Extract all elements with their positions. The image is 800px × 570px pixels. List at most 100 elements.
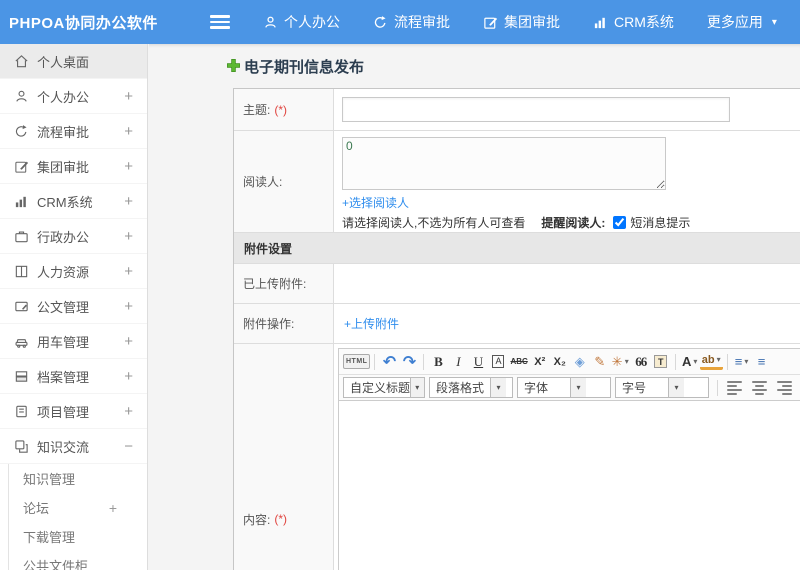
expand-icon[interactable]: + [124,123,133,140]
strikethrough-button[interactable]: ABC [508,352,529,372]
user-icon [14,89,29,104]
sidebar-item-personal-office[interactable]: 个人办公 + [0,79,147,114]
briefcase-icon [14,229,29,244]
sidebar-subitem-forum[interactable]: 论坛 + [9,493,147,522]
sidebar-item-personal-desktop[interactable]: 个人桌面 [0,44,147,79]
home-icon [14,54,29,69]
font-style-box-button[interactable]: A [488,352,508,372]
font-family-select[interactable]: 字体 ▾ [517,377,611,398]
sidebar-subitem-public-file-cabinet[interactable]: 公共文件柜 [9,551,147,570]
remove-format-icon[interactable]: ✳ ▾ [610,352,631,372]
expand-icon[interactable]: + [124,298,133,315]
sms-remind-checkbox[interactable] [613,216,627,229]
bar-chart-icon [593,15,608,30]
align-left-icon[interactable] [727,380,742,395]
expand-icon[interactable]: + [124,263,133,280]
sidebar-item-label: 用车管理 [37,334,90,350]
unordered-list-button[interactable]: ≡ [752,352,772,372]
expand-icon[interactable]: + [124,158,133,175]
sidebar-item-project-mgmt[interactable]: 项目管理 + [0,394,147,429]
sidebar-item-label: 人力资源 [37,264,90,280]
ordered-list-button[interactable]: ≡ ▾ [732,352,752,372]
editor-content-area[interactable] [339,401,800,570]
chevron-down-icon: ▾ [624,357,629,366]
sidebar-item-label: 公文管理 [37,299,90,315]
top-navbar: PHPOA协同办公软件 个人办公 流程审批 集团审批 CRM系统 更多应用 ▾ [0,0,800,44]
readers-label: 阅读人: [243,175,283,189]
nav-more-apps[interactable]: 更多应用 [707,12,763,32]
align-right-icon[interactable] [777,380,792,395]
expand-icon[interactable]: + [109,500,117,516]
align-center-icon[interactable] [752,380,767,395]
toolbar-separator [374,353,376,370]
highlight-color-button[interactable]: ab ▾ [699,354,723,370]
readers-textarea[interactable]: 0 [342,137,666,190]
expand-icon[interactable]: + [124,88,133,105]
sidebar-item-admin-office[interactable]: 行政办公 + [0,219,147,254]
font-color-button[interactable]: A ▾ [680,352,700,372]
expand-icon[interactable]: + [124,228,133,245]
format-painter-icon[interactable]: ✎ [590,352,610,372]
nav-label: 个人办公 [284,14,340,30]
book-icon [14,264,29,279]
bar-chart-icon [14,194,29,209]
add-plus-icon [226,58,241,76]
sidebar-item-label: 档案管理 [37,369,90,385]
toolbar-separator [717,379,718,396]
bold-button[interactable]: B [428,352,448,372]
underline-button[interactable]: U [468,352,488,372]
nav-label: 更多应用 [706,14,763,30]
nav-crm-system[interactable]: CRM系统 [593,12,674,32]
subject-row: 主题: (*) [234,89,800,131]
nav-personal-office[interactable]: 个人办公 [263,12,340,32]
car-icon [14,334,29,349]
readers-row: 阅读人: 0 +选择阅读人 请选择阅读人,不选为所有人可查看 提醒阅读人: 短消… [234,131,800,233]
sidebar-item-process-approval[interactable]: 流程审批 + [0,114,147,149]
superscript-button[interactable]: X² [530,352,550,372]
sidebar-item-document-mgmt[interactable]: 公文管理 + [0,289,147,324]
redo-icon[interactable]: ↷ [399,352,419,372]
paragraph-format-select[interactable]: 段落格式 ▾ [429,377,513,398]
sidebar-item-label: 行政办公 [37,229,90,245]
blockquote-button[interactable]: 66 [631,352,651,372]
uploaded-label-cell: 已上传附件: [234,264,334,303]
expand-icon[interactable]: + [124,403,133,420]
content-label-cell: 内容: (*) [234,344,334,570]
sidebar-subitem-knowledge-mgmt[interactable]: 知识管理 [9,464,147,493]
expand-icon[interactable]: + [124,333,133,350]
sidebar-item-knowledge-exchange[interactable]: 知识交流 − [0,429,147,464]
expand-icon[interactable]: + [124,368,133,385]
hamburger-menu-icon[interactable] [210,15,230,29]
sidebar-item-group-approval[interactable]: 集团审批 + [0,149,147,184]
sidebar-subitem-label: 论坛 [23,501,50,516]
font-size-select[interactable]: 字号 ▾ [615,377,709,398]
nav-process-approval[interactable]: 流程审批 [373,12,450,32]
italic-button[interactable]: I [448,352,468,372]
readers-hint-row: 请选择阅读人,不选为所有人可查看 提醒阅读人: 短消息提示 [342,214,800,231]
sidebar-item-crm[interactable]: CRM系统 + [0,184,147,219]
chevron-down-icon[interactable]: ▾ [772,17,777,28]
subscript-button[interactable]: X₂ [550,352,570,372]
attachment-section-title: 附件设置 [244,241,293,256]
sidebar-subitem-label: 下载管理 [23,530,76,545]
uploaded-attachments-label: 已上传附件: [243,277,307,291]
sidebar-item-vehicle-mgmt[interactable]: 用车管理 + [0,324,147,359]
upload-attachment-link[interactable]: +上传附件 [344,315,399,332]
expand-icon[interactable]: + [124,193,133,210]
collapse-icon[interactable]: − [124,438,133,455]
paste-as-text-button[interactable]: T [651,352,671,372]
select-readers-link[interactable]: +选择阅读人 [342,194,409,211]
sidebar-subitem-download-mgmt[interactable]: 下载管理 [9,522,147,551]
html-source-button[interactable]: HTML [343,354,371,369]
content-row: 内容: (*) HTML ↶ ↷ B I U A ABC X² X₂ ◈ ✎ ✳… [234,344,800,570]
undo-icon[interactable]: ↶ [379,352,399,372]
edit-square-icon [14,159,29,174]
sidebar-item-hr[interactable]: 人力资源 + [0,254,147,289]
sidebar-item-archive-mgmt[interactable]: 档案管理 + [0,359,147,394]
eraser-icon[interactable]: ◈ [570,352,590,372]
nav-group-approval[interactable]: 集团审批 [483,12,560,32]
custom-heading-select[interactable]: 自定义标题 ▾ [343,377,425,398]
sidebar: 个人桌面 个人办公 + 流程审批 + 集团审批 + CRM系统 + 行政办公 +… [0,44,148,570]
document-icon [14,299,29,314]
subject-input[interactable] [342,97,730,122]
